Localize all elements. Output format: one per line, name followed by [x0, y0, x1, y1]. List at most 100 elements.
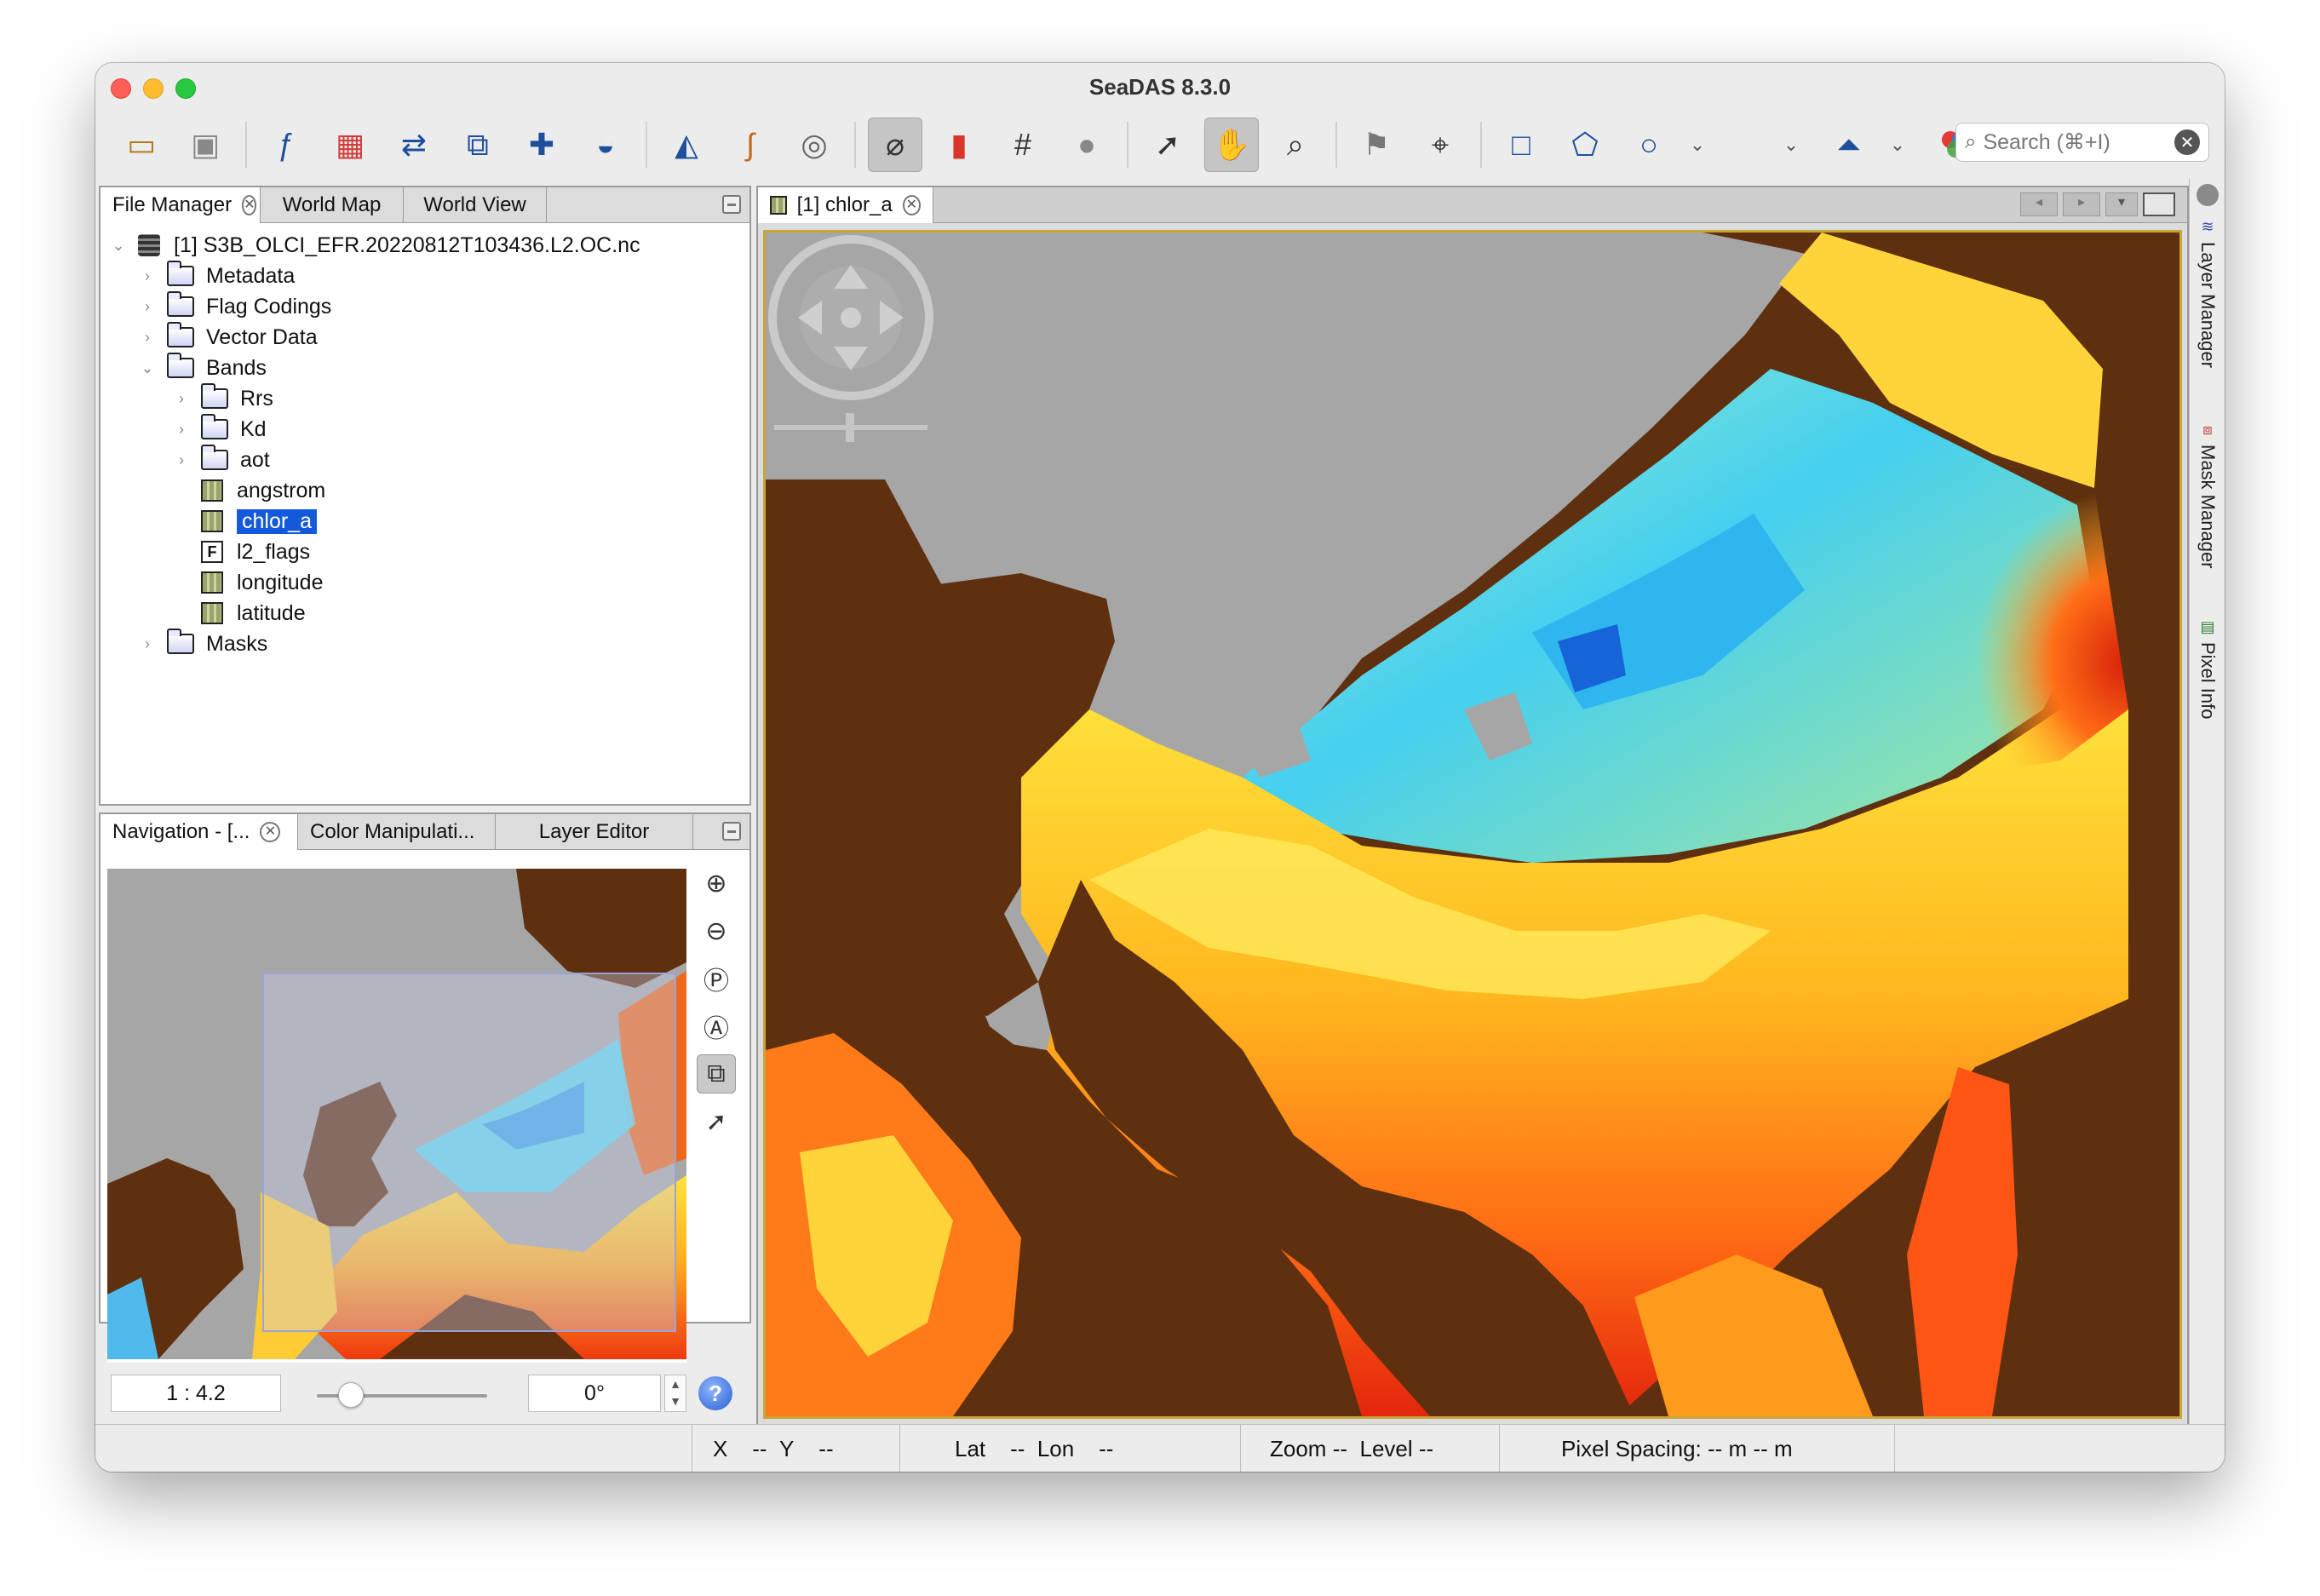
tree-item-chlor-a[interactable]: chlor_a: [109, 506, 741, 537]
tree-item-latitude[interactable]: latitude: [109, 598, 741, 629]
clear-search-icon[interactable]: ✕: [2174, 129, 2200, 155]
window-controls: [111, 78, 196, 99]
zoom-in-icon[interactable]: ⊕: [697, 864, 736, 903]
minimize-panel-button[interactable]: [722, 195, 741, 214]
zoom-tool-icon[interactable]: ⌕: [1268, 118, 1323, 172]
ellipse-tool-icon[interactable]: ○: [1622, 118, 1676, 172]
close-tab-icon[interactable]: ✕: [902, 195, 921, 215]
tree-item-metadata[interactable]: › Metadata: [109, 261, 741, 291]
open-product-icon[interactable]: ▭: [114, 118, 169, 172]
tab-mask-manager[interactable]: ⧈ Mask Manager: [2190, 421, 2225, 569]
chlor-a-image[interactable]: [763, 230, 2182, 1419]
rotation-field[interactable]: 0°: [528, 1375, 661, 1412]
more-tools-chevron-icon[interactable]: ⌄: [1779, 134, 1803, 156]
close-tab-icon[interactable]: ✕: [242, 195, 257, 215]
help-icon[interactable]: ?: [698, 1376, 732, 1410]
tab-world-view[interactable]: World View: [404, 187, 547, 223]
tree-item-l2-flags[interactable]: F l2_flags: [109, 537, 741, 567]
toolbar-separator: [1127, 122, 1128, 168]
zoom-slider-knob[interactable]: [338, 1382, 364, 1408]
statistics-icon[interactable]: ⏶: [1822, 118, 1876, 172]
zoom-actual-pixel-icon[interactable]: Ⓟ: [697, 959, 736, 998]
tree-item-aot[interactable]: › aot: [109, 445, 741, 475]
chevron-right-icon[interactable]: ›: [138, 635, 157, 653]
mosaic-icon[interactable]: ▦: [323, 118, 377, 172]
view-list-icon[interactable]: ▾: [2105, 192, 2138, 216]
search-field[interactable]: ⌕ Search (⌘+I) ✕: [1955, 123, 2209, 162]
chevron-right-icon[interactable]: ›: [138, 267, 157, 285]
chevron-right-icon[interactable]: ›: [172, 390, 191, 408]
restore-panels-icon[interactable]: [2197, 184, 2219, 206]
chevron-right-icon[interactable]: ›: [138, 329, 157, 347]
tab-color-manipulation[interactable]: Color Manipulati...: [298, 814, 496, 850]
map-projection-icon[interactable]: ◒: [578, 118, 633, 172]
select-tool-icon[interactable]: ➚: [1140, 118, 1195, 172]
geometry-icon[interactable]: ✚: [514, 118, 569, 172]
maximize-view-icon[interactable]: [2143, 192, 2175, 216]
grid-icon[interactable]: #: [996, 118, 1050, 172]
close-tab-icon[interactable]: ✕: [260, 822, 281, 842]
band-icon: [770, 196, 787, 215]
toolbar-separator: [245, 122, 247, 168]
previous-view-icon[interactable]: ◂: [2020, 192, 2058, 216]
rectangle-tool-icon[interactable]: □: [1494, 118, 1548, 172]
polygon-tool-icon[interactable]: ⬠: [1558, 118, 1612, 172]
tab-navigation[interactable]: Navigation - [... ✕: [100, 814, 298, 850]
time-series-icon[interactable]: ∫: [723, 118, 778, 172]
rotation-stepper[interactable]: ▲ ▼: [664, 1375, 686, 1412]
chevron-right-icon[interactable]: ›: [172, 421, 191, 439]
band-maths-icon[interactable]: ƒ: [259, 118, 313, 172]
viewport-rectangle[interactable]: [262, 973, 676, 1332]
band-icon: [201, 479, 223, 502]
world-icon[interactable]: ●: [1060, 118, 1114, 172]
tab-chlor-a-view[interactable]: [1] chlor_a ✕: [758, 187, 933, 223]
chevron-down-icon[interactable]: ⌄: [109, 237, 128, 255]
navigation-overview-image[interactable]: [107, 869, 686, 1359]
tab-file-manager[interactable]: File Manager ✕: [100, 187, 261, 223]
tree-item-label: Bands: [206, 355, 267, 380]
reprojection-icon[interactable]: ⧉: [451, 118, 505, 172]
chevron-down-icon[interactable]: ⌄: [138, 359, 157, 377]
minimize-panel-button[interactable]: [722, 822, 741, 841]
pan-tool-icon[interactable]: ✋: [1204, 118, 1259, 172]
tree-item-rrs[interactable]: › Rrs: [109, 383, 741, 414]
next-view-icon[interactable]: ▸: [2063, 192, 2100, 216]
pin-manager-icon[interactable]: ⚑: [1349, 118, 1404, 172]
minimize-window-button[interactable]: [143, 78, 164, 99]
more-tools-chevron-icon[interactable]: ⌄: [1685, 134, 1709, 156]
navigation-zoom-tools: ⊕ ⊖ Ⓟ Ⓐ ⧉ ➚: [697, 864, 736, 1141]
image-view-icon[interactable]: ◭: [659, 118, 714, 172]
file-manager-panel: File Manager ✕ World Map World View ⌄ [1…: [99, 186, 751, 806]
tab-layer-manager[interactable]: ≋ Layer Manager: [2190, 218, 2225, 368]
zoom-all-icon[interactable]: Ⓐ: [697, 1007, 736, 1046]
contour-icon[interactable]: ◎: [787, 118, 841, 172]
tree-item-bands[interactable]: ⌄ Bands: [109, 353, 741, 383]
status-zoom-label: Zoom: [1270, 1435, 1327, 1461]
chevron-right-icon[interactable]: ›: [172, 451, 191, 469]
no-data-icon[interactable]: ⌀: [868, 118, 922, 172]
status-level-value: --: [1418, 1435, 1434, 1461]
tab-world-map[interactable]: World Map: [261, 187, 404, 223]
more-tools-chevron-icon[interactable]: ⌄: [1886, 134, 1909, 156]
tree-item-flag-codings[interactable]: › Flag Codings: [109, 291, 741, 322]
tab-layer-editor[interactable]: Layer Editor: [496, 814, 693, 850]
tree-item-angstrom[interactable]: angstrom: [109, 475, 741, 506]
tree-item-longitude[interactable]: longitude: [109, 567, 741, 598]
tab-pixel-info[interactable]: ▤ Pixel Info: [2190, 618, 2225, 720]
tree-item-kd[interactable]: › Kd: [109, 414, 741, 445]
gcp-manager-icon[interactable]: ⌖: [1413, 118, 1467, 172]
zoom-out-icon[interactable]: ⊖: [697, 911, 736, 950]
collocation-icon[interactable]: ⇄: [387, 118, 441, 172]
save-product-icon[interactable]: ▣: [178, 118, 233, 172]
close-window-button[interactable]: [111, 78, 131, 99]
maximize-window-button[interactable]: [175, 78, 196, 99]
scale-field[interactable]: 1 : 4.2: [111, 1375, 281, 1412]
sync-cursor-icon[interactable]: ➚: [697, 1102, 736, 1141]
tab-label: World View: [423, 193, 526, 216]
tree-item-masks[interactable]: › Masks: [109, 629, 741, 659]
chevron-right-icon[interactable]: ›: [138, 298, 157, 316]
tree-item-product[interactable]: ⌄ [1] S3B_OLCI_EFR.20220812T103436.L2.OC…: [109, 230, 741, 261]
sync-views-icon[interactable]: ⧉: [697, 1054, 736, 1094]
tree-item-vector-data[interactable]: › Vector Data: [109, 322, 741, 353]
color-bar-icon[interactable]: ▮: [932, 118, 986, 172]
